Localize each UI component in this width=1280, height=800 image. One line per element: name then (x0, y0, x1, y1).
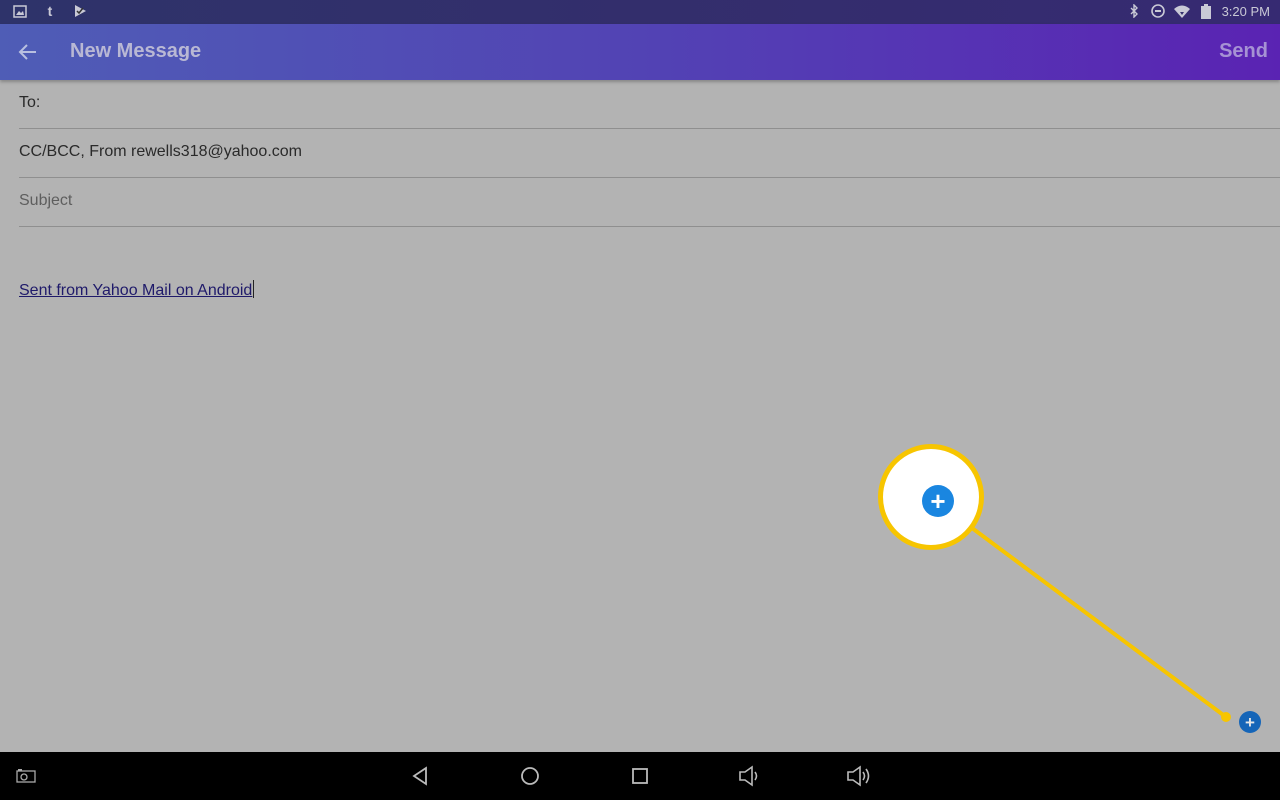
volume-down-icon[interactable] (738, 764, 762, 788)
cc-bcc-from-field[interactable]: CC/BCC, From rewells318@yahoo.com (19, 129, 1280, 178)
navigation-bar (0, 752, 1280, 800)
clock: 3:20 PM (1221, 3, 1270, 19)
back-icon[interactable] (408, 764, 432, 788)
play-store-icon (72, 3, 88, 19)
app-bar: New Message Send (0, 24, 1280, 80)
message-body[interactable]: Sent from Yahoo Mail on Android (19, 280, 255, 300)
status-left-icons: t (12, 3, 88, 19)
status-bar: t 3:20 PM (0, 0, 1280, 24)
screenshot-icon[interactable] (15, 764, 39, 788)
home-icon[interactable] (518, 764, 542, 788)
to-field[interactable]: To: (19, 80, 1280, 129)
recents-icon[interactable] (628, 764, 652, 788)
arrow-left-icon (18, 44, 36, 60)
signature-link[interactable]: Sent from Yahoo Mail on Android (19, 282, 252, 299)
send-button[interactable]: Send (1219, 40, 1268, 63)
do-not-disturb-icon (1150, 3, 1166, 19)
back-button[interactable] (14, 38, 42, 66)
bluetooth-icon (1126, 3, 1142, 19)
battery-icon (1198, 3, 1214, 19)
subject-input[interactable]: Subject (19, 178, 1280, 227)
volume-up-icon[interactable] (846, 764, 870, 788)
tumblr-icon: t (47, 3, 53, 19)
wifi-icon (1173, 3, 1190, 19)
page-title: New Message (70, 40, 202, 62)
text-cursor (253, 280, 255, 298)
gallery-icon (12, 3, 28, 19)
attach-button[interactable]: + (1239, 711, 1261, 733)
plus-icon: + (922, 485, 954, 517)
status-right-icons: 3:20 PM (1126, 3, 1270, 19)
